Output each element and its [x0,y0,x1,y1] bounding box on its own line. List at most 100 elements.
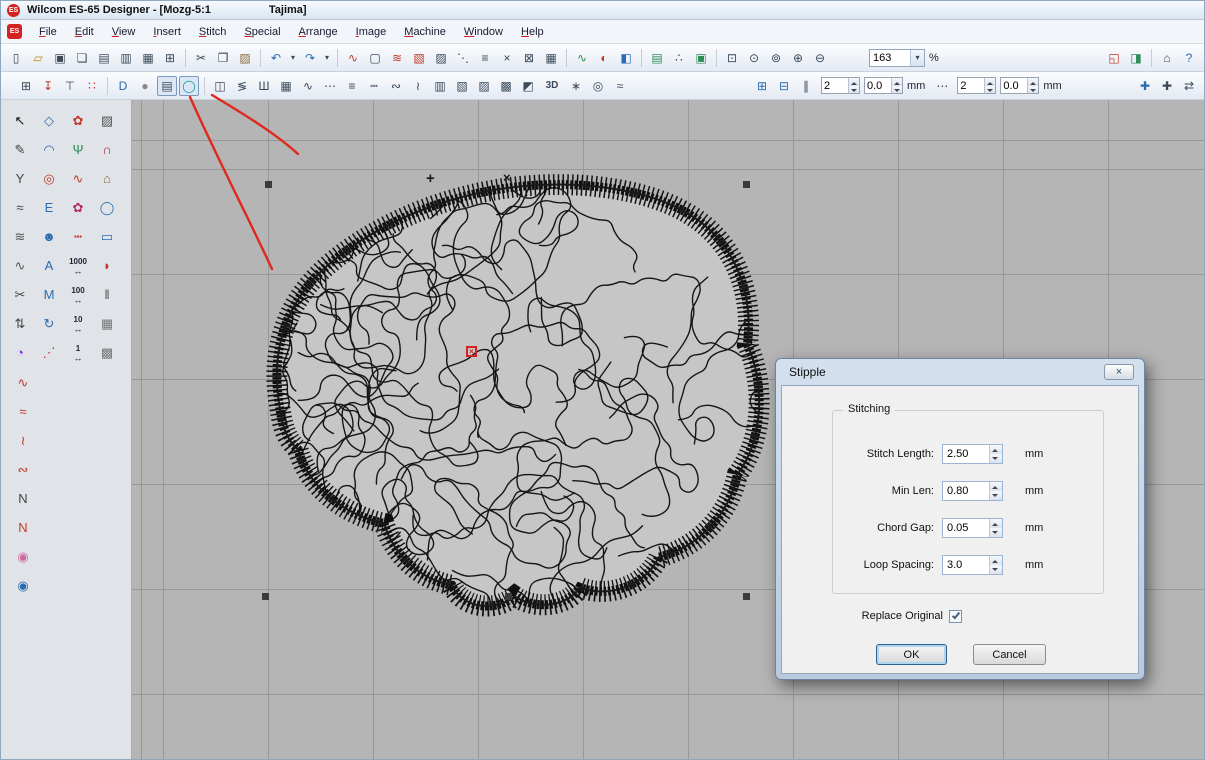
stipple-run-icon[interactable]: ◯ [179,76,199,96]
e-stitch-icon[interactable]: Ш [254,76,274,96]
dome-shape-tool[interactable]: ◠ [37,139,61,159]
updown-travel-tool[interactable]: ⇅ [8,313,32,333]
motif-fill-icon[interactable]: ⋱ [453,48,473,68]
picture-icon[interactable]: ▣ [691,48,711,68]
color-blending-tool[interactable]: ✿ [66,110,90,130]
length-value-input[interactable] [1001,80,1027,92]
scissors-tool[interactable]: ✂ [8,284,32,304]
cut-icon[interactable]: ✂ [191,48,211,68]
column-tool[interactable]: ‖ [95,284,119,304]
selection-handle-top-left[interactable] [265,181,272,188]
fragment-icon[interactable]: ∷ [82,76,102,96]
branching-tool[interactable]: Ψ [66,139,90,159]
boot-shape-tool[interactable]: ◗ [95,255,119,275]
mesh-fill-icon[interactable]: ▦ [541,48,561,68]
save-design-icon[interactable]: ▣ [50,48,70,68]
freehand-select-tool[interactable]: ✎ [8,139,32,159]
reshape-object-tool[interactable]: ◇ [37,110,61,130]
scale-100-tool[interactable]: 100↔ [66,284,90,304]
wave-effect-icon[interactable]: ∿ [572,48,592,68]
cross-stitch-icon[interactable]: × [497,48,517,68]
backstitch-icon[interactable]: ∾ [386,76,406,96]
chord-gap-spinner[interactable] [989,519,1002,537]
print-icon[interactable]: ▤ [94,48,114,68]
run-stitch-icon[interactable]: ⋯ [320,76,340,96]
user-split-icon[interactable]: ▩ [496,76,516,96]
menu-insert[interactable]: Insert [144,22,190,42]
ok-button[interactable]: OK [876,644,947,665]
menu-special[interactable]: Special [235,22,289,42]
copy-icon[interactable]: ❐ [213,48,233,68]
shapes-icon[interactable]: ◧ [616,48,636,68]
undo-icon[interactable]: ↶ [266,48,286,68]
stitch-length-spinner[interactable] [989,445,1002,463]
effect-3d-icon[interactable]: 3D [540,76,564,96]
travel-tool-icon[interactable]: ⇄ [1179,76,1199,96]
menu-edit[interactable]: Edit [66,22,103,42]
pull-compensation-icon[interactable]: ⊤ [60,76,80,96]
zigzag-run-tool[interactable]: ∿ [66,168,90,188]
raised-satin-icon[interactable]: ▥ [430,76,450,96]
zoom-dropdown-button[interactable]: ▾ [910,50,924,66]
new-design-icon[interactable]: ▯ [6,48,26,68]
penetration-point-tool[interactable]: ◉ [11,546,35,566]
motif-stitch-icon[interactable]: ∿ [298,76,318,96]
pattern-stamp-tool[interactable]: ▦ [95,313,119,333]
fan-shape-tool[interactable]: ◔ [8,342,32,362]
wave-stitch-tool[interactable]: ≈ [11,401,35,421]
scale-10-tool[interactable]: 10↔ [66,313,90,333]
spacing-value-spinner[interactable] [891,78,902,93]
scale-1000-tool[interactable]: 1000↔ [66,255,90,275]
rectangle-tool[interactable]: ▭ [95,226,119,246]
target-circle-tool[interactable]: ◎ [37,168,61,188]
entry-point-tool[interactable]: ◉ [11,575,35,595]
redo-icon[interactable]: ↷ [300,48,320,68]
thread-colors-icon[interactable]: ▤ [647,48,667,68]
menu-image[interactable]: Image [347,22,396,42]
zoom-1to1-icon[interactable]: ⊙ [744,48,764,68]
overlap-check-icon[interactable]: ◱ [1104,48,1124,68]
lettering-tool[interactable]: A [37,255,61,275]
spacing-count-spinner[interactable] [848,78,859,93]
design-library-icon[interactable]: ⌂ [1157,48,1177,68]
flower-fill-tool[interactable]: ✿ [66,197,90,217]
pan-tool-icon[interactable]: ✚ [1135,76,1155,96]
loop-spacing-spinner[interactable] [989,556,1002,574]
open-design-icon[interactable]: ▱ [28,48,48,68]
portrait-tool[interactable]: ☻ [37,226,61,246]
zoom-out-icon[interactable]: ⊖ [810,48,830,68]
loop-spacing-input[interactable] [943,556,989,574]
satin-fill-icon[interactable]: ▧ [409,48,429,68]
menu-machine[interactable]: Machine [395,22,455,42]
dotted-run-tool[interactable]: ⋰ [37,342,61,362]
undo-dropdown-icon[interactable]: ▾ [288,48,298,68]
length-value-spinner[interactable] [1027,78,1038,93]
texture-stamp-tool[interactable]: ▩ [95,342,119,362]
zigzag-stitch-icon[interactable]: ≶ [232,76,252,96]
zoom-in-icon[interactable]: ⊕ [788,48,808,68]
ripple-fill-icon[interactable]: ◎ [588,76,608,96]
s-curve-stitch-tool[interactable]: ∿ [11,372,35,392]
trapunto-icon[interactable]: ◩ [518,76,538,96]
stemstitch-icon[interactable]: ≀ [408,76,428,96]
stitch-spacing-icon[interactable]: ∥ [796,76,816,96]
redo-dropdown-icon[interactable]: ▾ [322,48,332,68]
monogram-tool[interactable]: M [37,284,61,304]
save-as-icon[interactable]: ❏ [72,48,92,68]
zoom-input[interactable] [870,52,910,64]
arc-tool[interactable]: ∩ [95,139,119,159]
triple-run-icon[interactable]: ≡ [342,76,362,96]
hatch-fill-tool[interactable]: ▨ [95,110,119,130]
sequence-icon[interactable]: ◨ [1126,48,1146,68]
contour-fill-icon[interactable]: ≡ [475,48,495,68]
chord-gap-input[interactable] [943,519,989,537]
dialog-close-button[interactable]: × [1104,364,1134,380]
stem-run-tool[interactable]: ≀ [11,430,35,450]
stitch-length-icon[interactable]: ⋯ [932,76,952,96]
dot-run-icon[interactable]: ● [135,76,155,96]
motif-run-tool[interactable]: ∾ [11,459,35,479]
min-len-spinner[interactable] [989,482,1002,500]
zigzag-fill-icon[interactable]: ≋ [387,48,407,68]
grid-snap-icon[interactable]: ⊞ [752,76,772,96]
length-count-input[interactable] [958,80,984,92]
